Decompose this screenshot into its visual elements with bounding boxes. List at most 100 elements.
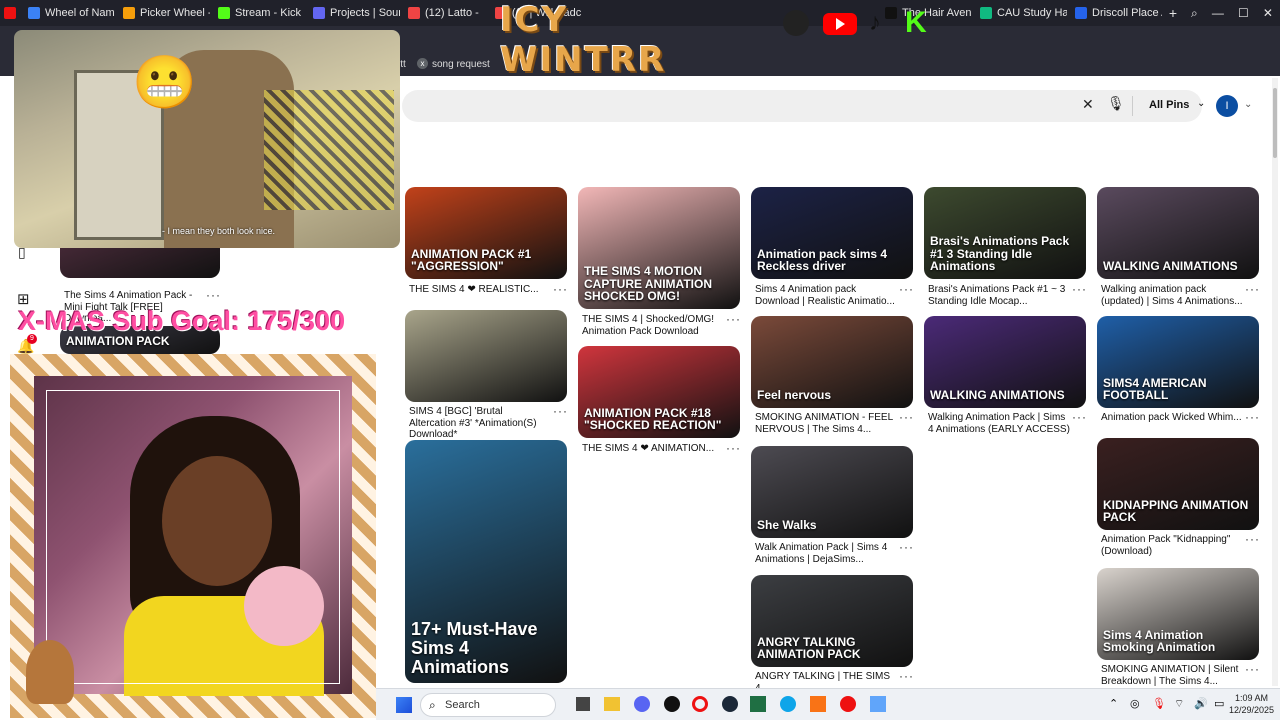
pin-image[interactable]: Brasi's Animations Pack #1 3 Standing Id… [924,187,1086,279]
edge-icon[interactable] [780,696,796,712]
more-options-icon[interactable]: ··· [726,312,741,326]
more-options-icon[interactable]: ··· [1245,662,1260,676]
app-icon[interactable] [810,696,826,712]
pin-image[interactable]: ANIMATION PACK #1 "AGGRESSION" [405,187,567,279]
more-options-icon[interactable]: ··· [553,404,568,418]
pin-caption[interactable]: Animation Pack "Kidnapping" (Download) [1101,534,1243,557]
pin-caption[interactable]: Animation pack Wicked Whim... [1101,412,1243,424]
pin-image-text: SIMS4 AMERICAN FOOTBALL [1103,375,1207,403]
pin-image[interactable]: Animation pack sims 4 Reckless driver [751,187,913,279]
pin-image-text: WALKING ANIMATIONS [1103,259,1238,274]
clock-time[interactable]: 1:09 AM [1228,693,1268,703]
bookmark-item[interactable]: song request [432,59,490,70]
pin-caption[interactable]: THE SIMS 4 | Shocked/OMG! Animation Pack… [582,314,724,337]
account-chevron-icon[interactable]: ⌄ [1244,99,1252,110]
filter-dropdown-label[interactable]: All Pins [1149,99,1189,111]
close-window-icon[interactable]: ✕ [1263,6,1273,21]
more-options-icon[interactable]: ··· [1245,282,1260,296]
sub-goal-text: X-MAS Sub Goal: 175/300 [18,306,346,336]
excel-icon[interactable] [750,696,766,712]
tab-favicon-icon [313,7,325,19]
pin-image[interactable]: WALKING ANIMATIONS [1097,187,1259,279]
more-options-icon[interactable]: ··· [206,288,221,302]
webcam-inner-border [46,390,340,684]
tab-favicon-icon [885,7,897,19]
pin-image[interactable]: Feel nervous [751,316,913,408]
reaction-video: 😬 - I mean they both look nice. [14,30,400,248]
youtube-icon [823,13,857,35]
browser-tab[interactable]: Picker Wheel - S [115,0,210,26]
tab-actions-icon[interactable] [0,0,20,26]
pin-image-text: KIDNAPPING ANIMATION PACK [1103,497,1249,525]
taskbar-search[interactable]: ⌕ Search [420,693,556,717]
pin-caption[interactable]: Sims 4 Animation pack Download | Realist… [755,284,897,307]
pin-caption[interactable]: SMOKING ANIMATION - FEEL NERVOUS | The S… [755,412,897,435]
steam-icon[interactable] [722,696,738,712]
pin-caption[interactable]: Brasi's Animations Pack #1 ~ 3 Standing … [928,284,1070,307]
more-options-icon[interactable]: ··· [553,282,568,296]
obs-icon[interactable] [664,696,680,712]
new-tab-button[interactable]: + [1162,5,1184,21]
pin-caption[interactable]: SMOKING ANIMATION | Silent Breakdown | T… [1101,664,1243,687]
browser-tab[interactable]: Driscoll Place A [1067,0,1162,26]
pin-image[interactable]: Sims 4 Animation Smoking Animation [1097,568,1259,660]
microphone-icon[interactable]: 🎙 [1107,95,1125,112]
tray-chevron-icon[interactable]: ⌃ [1109,697,1118,710]
pin-image[interactable]: 17+ Must-Have Sims 4 Animations [405,440,567,683]
pin-image[interactable]: KIDNAPPING ANIMATION PACK [1097,438,1259,530]
pin-caption[interactable]: Walking Animation Pack | Sims 4 Animatio… [928,412,1070,435]
volume-icon[interactable]: 🔊 [1194,697,1208,710]
more-options-icon[interactable]: ··· [899,540,914,554]
pin-caption[interactable]: Walk Animation Pack | Sims 4 Animations … [755,542,897,565]
more-options-icon[interactable]: ··· [899,669,914,683]
network-icon[interactable]: ◎ [1130,697,1140,710]
minimize-icon[interactable]: — [1212,6,1224,21]
more-options-icon[interactable]: ··· [1072,410,1087,424]
browser-tab[interactable]: CAU Study Hall [972,0,1067,26]
search-tabs-icon[interactable]: ⌕ [1191,6,1198,21]
wifi-icon[interactable]: ⌔ [1174,697,1184,711]
scrollbar[interactable] [1272,78,1278,686]
more-options-icon[interactable]: ··· [1245,532,1260,546]
browser-tab[interactable]: Projects | Sound [305,0,400,26]
more-options-icon[interactable]: ··· [899,410,914,424]
clear-search-icon[interactable]: ✕ [1082,96,1094,113]
tab-label: Stream - Kick D [235,7,305,19]
file-explorer-icon[interactable] [604,697,620,711]
taskbar-search-label: Search [445,699,480,711]
pin-image[interactable]: ANGRY TALKING ANIMATION PACK [751,575,913,667]
pin-image[interactable]: THE SIMS 4 MOTION CAPTURE ANIMATION SHOC… [578,187,740,309]
discord-icon[interactable] [634,696,650,712]
more-options-icon[interactable]: ··· [1072,282,1087,296]
search-bar[interactable]: ✕ 🎙 All Pins ⌄ [402,90,1205,122]
browser-tab[interactable]: Stream - Kick D [210,0,305,26]
pin-image[interactable]: WALKING ANIMATIONS [924,316,1086,408]
pin-caption[interactable]: THE SIMS 4 ❤ ANIMATION... [582,443,724,455]
pin-image[interactable]: SIMS4 AMERICAN FOOTBALL [1097,316,1259,408]
task-view-icon[interactable] [576,697,590,711]
pin-image[interactable]: She Walks [751,446,913,538]
pin-caption[interactable]: THE SIMS 4 ❤ REALISTIC... [409,284,551,296]
snipping-tool-icon[interactable] [870,696,886,712]
opera-icon[interactable] [692,696,708,712]
brave-icon[interactable] [840,696,856,712]
mic-tray-icon[interactable]: 🎙 [1152,697,1166,710]
browser-tab[interactable]: Wheel of Name [20,0,115,26]
search-input[interactable] [416,96,1066,116]
pin-caption[interactable]: SIMS 4 [BGC] 'Brutal Altercation #3' *An… [409,406,551,441]
more-options-icon[interactable]: ··· [899,282,914,296]
start-icon[interactable] [396,697,412,713]
clock-date[interactable]: 12/29/2025 [1222,705,1274,715]
pin-caption[interactable]: Walking animation pack (updated) | Sims … [1101,284,1243,307]
maximize-icon[interactable]: ☐ [1238,6,1249,21]
pin-image[interactable]: ANIMATION PACK #18 "SHOCKED REACTION" [578,346,740,438]
scrollbar-thumb[interactable] [1273,88,1277,158]
pin-image[interactable] [405,310,567,402]
taskbar: ⌕ Search ⌃ ◎ 🎙 ⌔ 🔊 ▭ 1:09 AM 12/29/2025 [376,688,1280,720]
browser-tab[interactable]: (12) Latto - [400,0,487,26]
pin-image-text: She Walks [757,518,817,533]
more-options-icon[interactable]: ··· [1245,410,1260,424]
avatar[interactable]: I [1216,95,1238,117]
chevron-down-icon[interactable]: ⌄ [1197,98,1205,109]
more-options-icon[interactable]: ··· [726,441,741,455]
